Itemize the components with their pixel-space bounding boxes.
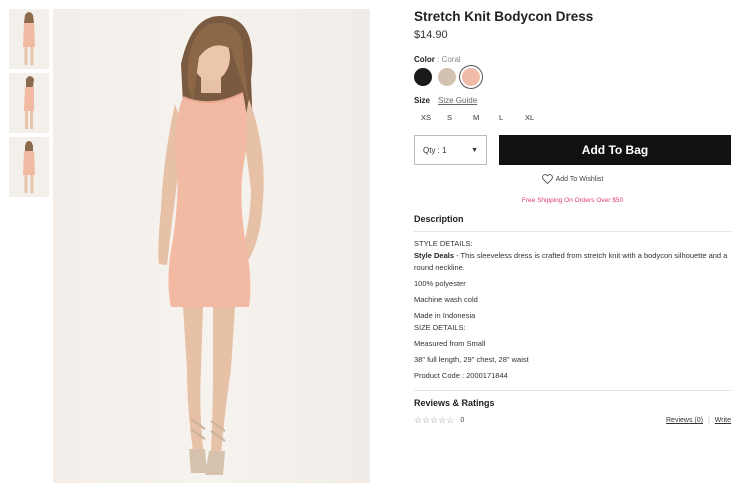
- purchase-row: Qty : 1 ▼ Add To Bag: [414, 135, 731, 165]
- product-code: Product Code : 2000171844: [414, 371, 508, 380]
- product-main-image[interactable]: [53, 9, 370, 483]
- heart-icon: [541, 174, 553, 184]
- style-deals-paragraph: Style Deals - This sleeveless dress is c…: [414, 250, 731, 274]
- size-header: Size Size Guide: [414, 96, 731, 105]
- wishlist-label: Add To Wishlist: [555, 175, 604, 183]
- material-text: 100% polyester: [414, 279, 466, 288]
- description-heading: Description: [414, 214, 731, 232]
- style-details-heading: STYLE DETAILS:: [414, 239, 473, 248]
- measured-text: Measured from Small: [414, 339, 486, 348]
- size-details-heading: SIZE DETAILS:: [414, 323, 466, 332]
- color-swatches: [414, 68, 731, 86]
- product-price: $14.90: [414, 29, 448, 41]
- size-options: XS S M L XL: [414, 113, 731, 122]
- thumbnail-side[interactable]: [9, 73, 49, 133]
- rating-count: 0: [460, 417, 465, 424]
- star-icons: ☆☆☆☆☆: [414, 415, 455, 425]
- style-deals-text: - This sleeveless dress is crafted from …: [414, 251, 728, 272]
- swatch-coral[interactable]: [462, 68, 480, 86]
- style-deals-label: Style Deals: [414, 251, 455, 260]
- care-text: Machine wash cold: [414, 295, 478, 304]
- size-option-s[interactable]: S: [440, 113, 466, 122]
- star-rating: ☆☆☆☆☆ 0: [414, 415, 464, 426]
- free-shipping-banner: Free Shipping On Orders Over $50: [521, 197, 624, 204]
- size-option-m[interactable]: M: [466, 113, 492, 122]
- product-title: Stretch Knit Bodycon Dress: [414, 9, 594, 24]
- add-to-wishlist-link[interactable]: Add To Wishlist: [414, 174, 731, 184]
- size-label: Size: [414, 96, 431, 105]
- size-option-xs[interactable]: XS: [414, 113, 440, 122]
- origin-text: Made in Indonesia: [414, 311, 476, 320]
- link-separator: |: [707, 417, 710, 424]
- reviews-link[interactable]: Reviews (0): [666, 417, 703, 424]
- size-guide-link[interactable]: Size Guide: [438, 96, 477, 105]
- swatch-black[interactable]: [414, 68, 432, 86]
- product-info-panel: Stretch Knit Bodycon Dress $14.90 Color …: [414, 9, 731, 426]
- size-option-l[interactable]: L: [492, 113, 518, 122]
- write-review-link[interactable]: Write: [715, 417, 731, 424]
- thumbnail-front[interactable]: [9, 9, 49, 69]
- review-links: Reviews (0) | Write: [666, 417, 731, 424]
- quantity-select[interactable]: Qty : 1 ▼: [414, 135, 487, 165]
- reviews-section: Reviews & Ratings ☆☆☆☆☆ 0 Reviews (0) | …: [414, 390, 731, 426]
- reviews-summary: ☆☆☆☆☆ 0 Reviews (0) | Write: [414, 415, 731, 426]
- swatch-taupe[interactable]: [438, 68, 456, 86]
- thumbnail-list: [9, 9, 49, 201]
- add-to-bag-button[interactable]: Add To Bag: [499, 135, 731, 165]
- reviews-heading: Reviews & Ratings: [414, 398, 495, 408]
- measurements-text: 38" full length, 29" chest, 28" waist: [414, 355, 529, 364]
- thumbnail-back[interactable]: [9, 137, 49, 197]
- chevron-down-icon: ▼: [471, 146, 478, 154]
- color-selected-value: : Coral: [437, 55, 461, 64]
- size-option-xl[interactable]: XL: [518, 113, 544, 122]
- color-selector: Color : Coral: [414, 55, 731, 86]
- description-body: STYLE DETAILS: Style Deals - This sleeve…: [414, 238, 731, 382]
- color-label: Color: [414, 55, 435, 64]
- quantity-label: Qty : 1: [423, 145, 447, 155]
